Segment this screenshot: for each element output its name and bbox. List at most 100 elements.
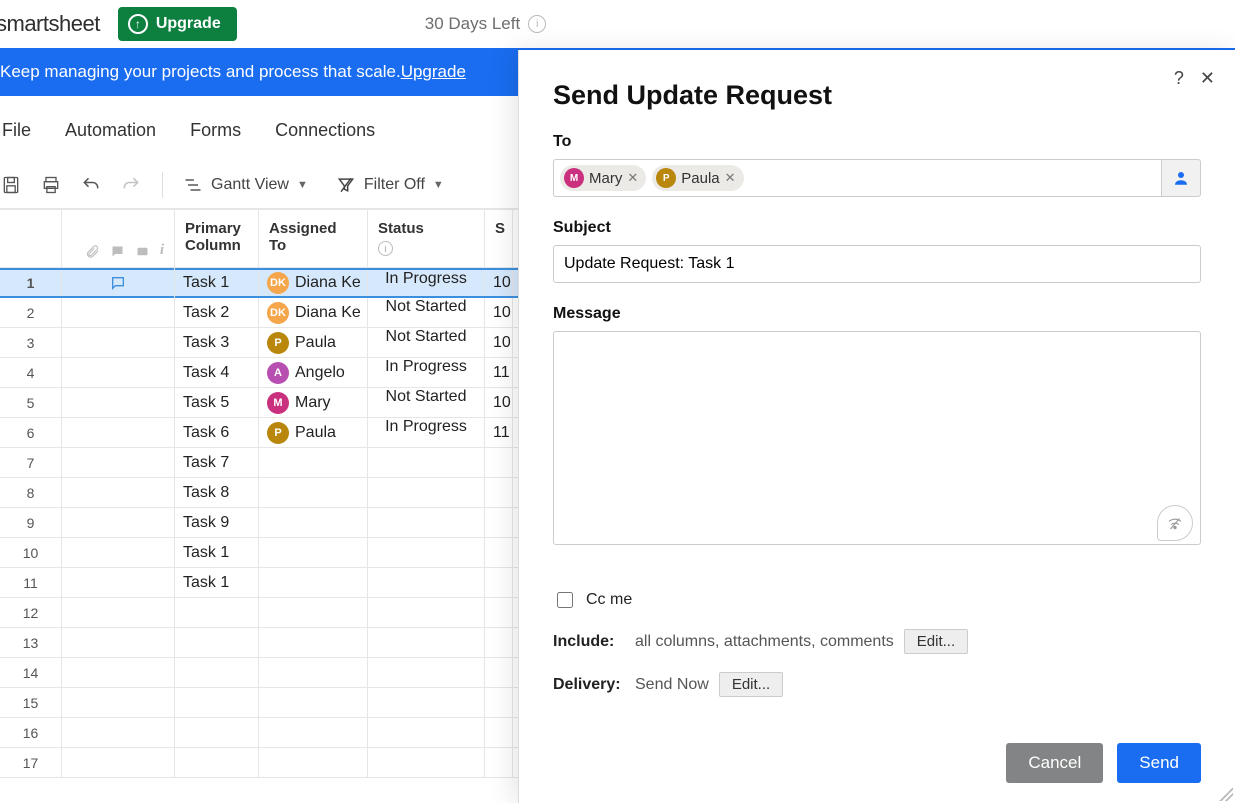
cell-s[interactable]: 10 <box>485 270 513 296</box>
cell-s[interactable]: 10 <box>485 328 513 357</box>
cell-assigned[interactable] <box>259 538 368 567</box>
cell-status[interactable]: In Progress <box>368 358 485 387</box>
row-indicator-cell[interactable] <box>62 270 174 296</box>
cell-assigned[interactable]: DKDiana Ke <box>259 270 368 296</box>
comment-icon[interactable] <box>110 244 125 259</box>
cell-assigned[interactable]: MMary <box>259 388 368 417</box>
row-indicator-cell[interactable] <box>62 418 174 447</box>
menu-connections[interactable]: Connections <box>275 120 375 141</box>
row-number[interactable]: 9 <box>0 508 174 538</box>
row-number[interactable]: 4 <box>0 358 174 388</box>
row-indicator-cell[interactable] <box>62 358 174 387</box>
view-selector[interactable]: Gantt View ▼ <box>183 175 308 195</box>
cell-status[interactable]: Not Started <box>368 388 485 417</box>
cell-s[interactable] <box>485 508 513 537</box>
row-indicator-cell[interactable] <box>62 388 174 417</box>
info-icon[interactable]: i <box>528 15 546 33</box>
row-number[interactable]: 14 <box>0 658 174 688</box>
row-indicator-cell[interactable] <box>62 628 174 657</box>
cell-status[interactable]: In Progress <box>368 270 485 296</box>
banner-upgrade-link[interactable]: Upgrade <box>401 62 466 82</box>
row-number-cell[interactable]: 16 <box>0 718 62 747</box>
menu-forms[interactable]: Forms <box>190 120 241 141</box>
undo-icon[interactable] <box>80 174 102 196</box>
row-indicator-cell[interactable] <box>62 568 174 597</box>
cell-status[interactable] <box>368 568 485 597</box>
cell-assigned[interactable] <box>259 598 368 627</box>
message-textarea[interactable] <box>553 331 1201 545</box>
edit-include-button[interactable]: Edit... <box>904 629 968 654</box>
cell-s[interactable] <box>485 688 513 717</box>
cell-s[interactable]: 10 <box>485 388 513 417</box>
row-number-cell[interactable]: 4 <box>0 358 62 387</box>
filter-toggle[interactable]: Filter Off ▼ <box>336 175 444 195</box>
row-indicator-cell[interactable] <box>62 508 174 537</box>
remove-chip-icon[interactable]: ✕ <box>627 170 638 186</box>
cell-s[interactable] <box>485 718 513 747</box>
cell-assigned[interactable] <box>259 568 368 597</box>
cell-s[interactable] <box>485 448 513 477</box>
row-number-cell[interactable]: 6 <box>0 418 62 447</box>
cell-status[interactable] <box>368 598 485 627</box>
cell-status[interactable] <box>368 508 485 537</box>
cell-assigned[interactable] <box>259 718 368 747</box>
row-indicator-cell[interactable] <box>62 688 174 717</box>
cell-task[interactable]: Task 6 <box>175 418 259 447</box>
cell-status[interactable] <box>368 448 485 477</box>
edit-delivery-button[interactable]: Edit... <box>719 672 783 697</box>
row-indicator-cell[interactable] <box>62 538 174 567</box>
recipient-chip[interactable]: PPaula✕ <box>652 165 743 191</box>
cell-task[interactable] <box>175 658 259 687</box>
menu-automation[interactable]: Automation <box>65 120 156 141</box>
resize-handle-icon[interactable] <box>1219 787 1233 801</box>
cell-task[interactable]: Task 1 <box>175 568 259 597</box>
to-field[interactable]: MMary✕PPaula✕ <box>553 159 1161 197</box>
row-number-cell[interactable]: 13 <box>0 628 62 657</box>
reminder-icon[interactable]: i <box>160 242 164 259</box>
cell-s[interactable] <box>485 628 513 657</box>
cell-s[interactable] <box>485 538 513 567</box>
cell-status[interactable]: Not Started <box>368 298 485 327</box>
proof-icon[interactable] <box>135 244 150 259</box>
cell-task[interactable]: Task 2 <box>175 298 259 327</box>
cell-status[interactable] <box>368 538 485 567</box>
col-status[interactable]: Status i <box>368 210 485 267</box>
cell-task[interactable]: Task 3 <box>175 328 259 357</box>
cell-task[interactable]: Task 8 <box>175 478 259 507</box>
cell-assigned[interactable]: PPaula <box>259 418 368 447</box>
row-number-cell[interactable]: 15 <box>0 688 62 717</box>
row-indicator-cell[interactable] <box>62 478 174 507</box>
row-number-cell[interactable]: 1 <box>0 270 62 296</box>
cell-s[interactable] <box>485 478 513 507</box>
remove-chip-icon[interactable]: ✕ <box>725 170 736 186</box>
cell-s[interactable]: 11 <box>485 358 513 387</box>
row-indicator-cell[interactable] <box>62 448 174 477</box>
send-button[interactable]: Send <box>1117 743 1201 783</box>
menu-file[interactable]: File <box>2 120 31 141</box>
row-number-cell[interactable]: 14 <box>0 658 62 687</box>
row-number[interactable]: 3 <box>0 328 174 358</box>
cell-task[interactable] <box>175 628 259 657</box>
cell-assigned[interactable] <box>259 628 368 657</box>
cell-assigned[interactable]: AAngelo <box>259 358 368 387</box>
row-number[interactable]: 15 <box>0 688 174 718</box>
row-number[interactable]: 7 <box>0 448 174 478</box>
row-number-cell[interactable]: 9 <box>0 508 62 537</box>
cell-task[interactable] <box>175 598 259 627</box>
cell-assigned[interactable] <box>259 508 368 537</box>
cell-assigned[interactable] <box>259 688 368 717</box>
cell-s[interactable] <box>485 748 513 777</box>
row-number[interactable]: 6 <box>0 418 174 448</box>
cell-status[interactable]: In Progress <box>368 418 485 447</box>
cell-status[interactable] <box>368 688 485 717</box>
cell-status[interactable] <box>368 478 485 507</box>
cell-assigned[interactable]: DKDiana Ke <box>259 298 368 327</box>
row-indicator-cell[interactable] <box>62 658 174 687</box>
row-number-cell[interactable]: 7 <box>0 448 62 477</box>
cell-task[interactable]: Task 4 <box>175 358 259 387</box>
cell-task[interactable]: Task 1 <box>175 538 259 567</box>
cell-task[interactable] <box>175 688 259 717</box>
row-number-cell[interactable]: 5 <box>0 388 62 417</box>
redo-icon[interactable] <box>120 174 142 196</box>
row-number[interactable]: 5 <box>0 388 174 418</box>
